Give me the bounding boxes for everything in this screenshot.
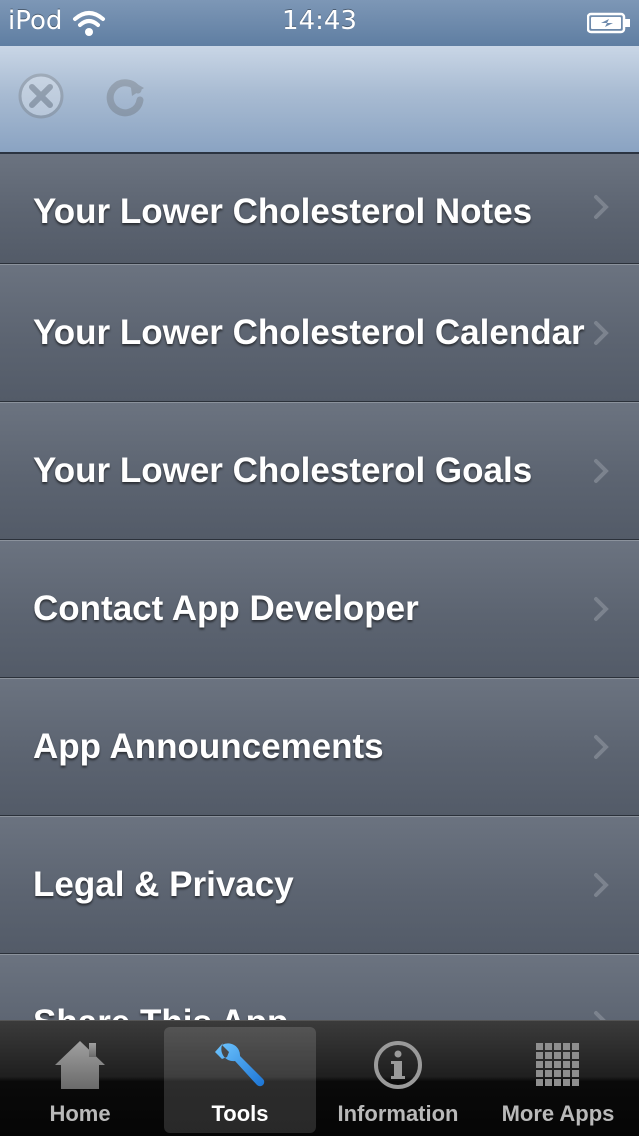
menu-item-calendar[interactable]: Your Lower Cholesterol Calendar xyxy=(0,264,639,402)
status-bar: iPod 14:43 xyxy=(0,0,639,46)
close-icon[interactable] xyxy=(16,68,66,124)
menu-item-contact-developer[interactable]: Contact App Developer xyxy=(0,540,639,678)
menu-item-share-app[interactable]: Share This App xyxy=(0,954,639,1020)
chevron-right-icon xyxy=(594,459,609,483)
info-icon xyxy=(374,1041,422,1089)
chevron-right-icon xyxy=(594,1011,606,1020)
tab-bar: Home Tools Information More Apps xyxy=(0,1020,639,1136)
tab-more-apps[interactable]: More Apps xyxy=(482,1027,634,1133)
app-screen: iPod 14:43 Your Lower Cholesterol Notes xyxy=(0,0,639,1136)
menu-item-announcements[interactable]: App Announcements xyxy=(0,678,639,816)
tab-home[interactable]: Home xyxy=(4,1027,156,1133)
tab-label: More Apps xyxy=(501,1101,615,1126)
tab-label: Home xyxy=(49,1101,111,1126)
tab-label: Information xyxy=(337,1101,459,1126)
menu-item-label: Your Lower Cholesterol Calendar xyxy=(33,313,585,352)
menu-item-notes[interactable]: Your Lower Cholesterol Notes xyxy=(0,154,639,264)
grid-icon xyxy=(536,1043,579,1086)
tab-information[interactable]: Information xyxy=(322,1027,474,1133)
menu-item-label: Your Lower Cholesterol Goals xyxy=(33,451,533,490)
tab-tools[interactable]: Tools xyxy=(164,1027,316,1133)
refresh-icon[interactable] xyxy=(100,68,150,124)
status-time: 14:43 xyxy=(282,6,357,36)
menu-item-goals[interactable]: Your Lower Cholesterol Goals xyxy=(0,402,639,540)
chevron-right-icon xyxy=(594,735,609,759)
menu-item-label: Contact App Developer xyxy=(33,589,419,628)
menu-item-label: App Announcements xyxy=(33,727,384,766)
menu-item-legal-privacy[interactable]: Legal & Privacy xyxy=(0,816,639,954)
top-toolbar xyxy=(0,46,639,154)
wrench-icon xyxy=(215,1043,265,1087)
menu-item-label: Your Lower Cholesterol Notes xyxy=(33,192,533,231)
chevron-right-icon xyxy=(594,321,609,345)
chevron-right-icon xyxy=(594,873,609,897)
menu-item-label: Share This App xyxy=(33,1003,288,1020)
chevron-right-icon xyxy=(594,195,609,219)
chevron-right-icon xyxy=(594,597,609,621)
menu-list: Your Lower Cholesterol Notes Your Lower … xyxy=(0,154,639,1020)
tab-label: Tools xyxy=(211,1101,269,1126)
battery-charging-icon xyxy=(587,12,630,34)
menu-item-label: Legal & Privacy xyxy=(33,865,294,904)
home-icon xyxy=(55,1041,105,1089)
